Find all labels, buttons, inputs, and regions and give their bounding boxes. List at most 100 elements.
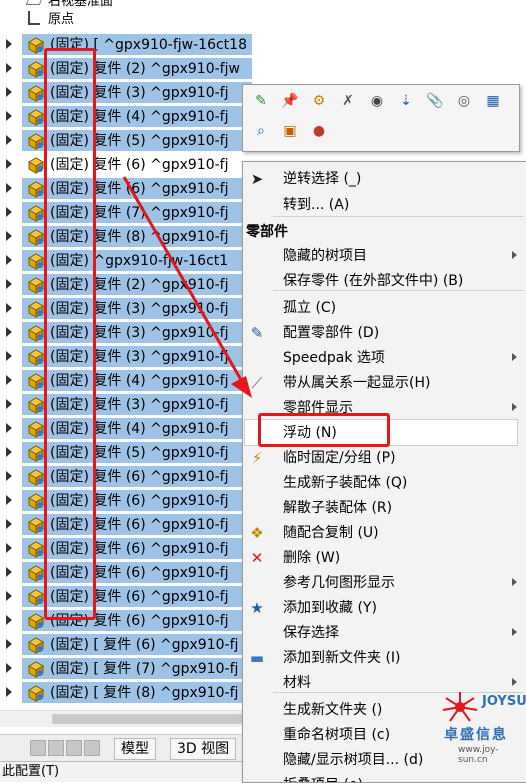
tree-component-row[interactable]: (固定) 复件 (2) ^gpx910-fjw — [0, 57, 252, 81]
expand-arrow-icon[interactable] — [6, 687, 12, 697]
expand-arrow-icon[interactable] — [6, 183, 12, 193]
expand-arrow-icon[interactable] — [6, 159, 12, 169]
tree-component-row[interactable]: (固定) 复件 (4) ^gpx910-fj — [0, 369, 252, 393]
expand-arrow-icon[interactable] — [6, 567, 12, 577]
expand-arrow-icon[interactable] — [6, 471, 12, 481]
tree-component-row[interactable]: (固定) 复件 (4) ^gpx910-fj — [0, 417, 252, 441]
expand-arrow-icon[interactable] — [6, 351, 12, 361]
menu-item[interactable]: 折叠项目 (e) — [243, 772, 526, 782]
expand-arrow-icon[interactable] — [6, 639, 12, 649]
nav-last-button[interactable] — [84, 740, 100, 756]
tree-component-row[interactable]: (固定) 复件 (6) ^gpx910-fj — [0, 585, 252, 609]
tree-component-row[interactable]: (固定) ^gpx910-fjw-16ct1 — [0, 249, 252, 273]
expand-arrow-icon[interactable] — [6, 39, 12, 49]
menu-item-label: 保存零件 (在外部文件中) (B) — [283, 273, 464, 289]
menu-item[interactable]: 生成新子装配体 (Q) — [243, 470, 526, 495]
zoom-icon[interactable]: ⌕ — [251, 121, 271, 141]
menu-item[interactable]: 保存选择 — [243, 620, 526, 645]
expand-arrow-icon[interactable] — [6, 615, 12, 625]
tree-component-row[interactable]: (固定) [ ^gpx910-fjw-16ct18 — [0, 33, 252, 57]
tab-model[interactable]: 模型 — [114, 738, 156, 760]
tree-component-row[interactable]: (固定) 复件 (6) ^gpx910-fj — [0, 537, 252, 561]
menu-item[interactable]: ⟋ 带从属关系一起显示(H) — [243, 370, 526, 395]
menu-item[interactable]: ✎ 配置零部件 (D) — [243, 320, 526, 345]
scrollbar-thumb[interactable] — [52, 714, 244, 724]
expand-arrow-icon[interactable] — [6, 663, 12, 673]
visibility-icon[interactable]: ◎ — [454, 91, 474, 111]
tree-component-row[interactable]: (固定) 复件 (3) ^gpx910-fj — [0, 321, 252, 345]
edit-part-icon[interactable]: ✎ — [251, 91, 271, 111]
expand-arrow-icon[interactable] — [6, 255, 12, 265]
tree-component-row[interactable]: (固定) [ 复件 (8) ^gpx910-fj — [0, 681, 252, 705]
tree-component-row[interactable]: (固定) 复件 (6) ^gpx910-fj — [0, 465, 252, 489]
tree-component-row[interactable]: (固定) 复件 (7) ^gpx910-fj — [0, 201, 252, 225]
tree-component-row[interactable]: (固定) 复件 (6) ^gpx910-fj — [0, 153, 252, 177]
tree-component-row[interactable]: (固定) 复件 (3) ^gpx910-fj — [0, 345, 252, 369]
menu-item[interactable]: ⚡ 临时固定/分组 (P) — [243, 445, 526, 470]
expand-arrow-icon[interactable] — [6, 231, 12, 241]
tab-3d-view[interactable]: 3D 视图 — [170, 738, 237, 760]
show-icon[interactable]: ◉ — [367, 91, 387, 111]
menu-item[interactable]: Speedpak 选项 — [243, 345, 526, 370]
tree-component-row[interactable]: (固定) 复件 (5) ^gpx910-fj — [0, 441, 252, 465]
tree-component-row[interactable]: (固定) [ 复件 (7) ^gpx910-fj — [0, 657, 252, 681]
tree-component-row[interactable]: (固定) 复件 (3) ^gpx910-fj — [0, 393, 252, 417]
appearance-icon[interactable]: ● — [309, 121, 329, 141]
menu-item[interactable]: ➤ 逆转选择 (_) — [243, 166, 526, 191]
tree-component-row[interactable]: (固定) 复件 (4) ^gpx910-fj — [0, 105, 252, 129]
expand-arrow-icon[interactable] — [6, 519, 12, 529]
menu-item[interactable]: ✕ 删除 (W) — [243, 545, 526, 570]
expand-arrow-icon[interactable] — [6, 87, 12, 97]
isolate-icon[interactable]: ⇣ — [396, 91, 416, 111]
expand-arrow-icon[interactable] — [6, 447, 12, 457]
expand-arrow-icon[interactable] — [6, 207, 12, 217]
menu-item[interactable]: ★ 添加到收藏 (Y) — [243, 595, 526, 620]
menu-item-label: 重命名树项目 (c) — [283, 727, 391, 743]
expand-arrow-icon[interactable] — [6, 399, 12, 409]
component-props-icon[interactable]: ⚙ — [309, 91, 329, 111]
tree-component-row[interactable]: (固定) 复件 (2) ^gpx910-fj — [0, 273, 252, 297]
tree-item-origin[interactable]: 原点 — [28, 10, 74, 30]
tree-horizontal-scrollbar[interactable] — [0, 710, 252, 727]
hide-icon[interactable]: ✗ — [338, 91, 358, 111]
tree-component-row[interactable]: (固定) 复件 (6) ^gpx910-fj — [0, 609, 252, 633]
submenu-arrow-icon — [512, 678, 517, 686]
expand-arrow-icon[interactable] — [6, 303, 12, 313]
table-icon[interactable]: ▦ — [483, 91, 503, 111]
tree-component-row[interactable]: (固定) [ 复件 (6) ^gpx910-fj — [0, 633, 252, 657]
nav-next-button[interactable] — [66, 740, 82, 756]
expand-arrow-icon[interactable] — [6, 279, 12, 289]
tree-component-row[interactable]: (固定) 复件 (5) ^gpx910-fj — [0, 129, 252, 153]
tree-component-row[interactable]: (固定) 复件 (6) ^gpx910-fj — [0, 561, 252, 585]
expand-arrow-icon[interactable] — [6, 327, 12, 337]
menu-item[interactable]: 解散子装配体 (R) — [243, 495, 526, 520]
nav-first-button[interactable] — [30, 740, 46, 756]
nav-prev-button[interactable] — [48, 740, 64, 756]
open-part-icon[interactable]: ▣ — [280, 121, 300, 141]
tree-component-row[interactable]: (固定) 复件 (6) ^gpx910-fj — [0, 489, 252, 513]
menu-item[interactable]: 转到... (A) — [243, 192, 526, 217]
assembly-icon — [27, 469, 45, 486]
tree-component-row[interactable]: (固定) 复件 (8) ^gpx910-fj — [0, 225, 252, 249]
menu-item[interactable]: 隐藏的树项目 — [243, 243, 526, 268]
pin-icon[interactable]: 📌 — [280, 91, 300, 111]
tree-component-row[interactable]: (固定) 复件 (6) ^gpx910-fj — [0, 177, 252, 201]
menu-item[interactable]: ❖ 随配合复制 (U) — [243, 520, 526, 545]
expand-arrow-icon[interactable] — [6, 63, 12, 73]
expand-arrow-icon[interactable] — [6, 591, 12, 601]
expand-arrow-icon[interactable] — [6, 543, 12, 553]
tree-component-row[interactable]: (固定) 复件 (6) ^gpx910-fj — [0, 513, 252, 537]
paperclip-icon[interactable]: 📎 — [425, 91, 445, 111]
submenu-arrow-icon — [512, 403, 517, 411]
expand-arrow-icon[interactable] — [6, 375, 12, 385]
expand-arrow-icon[interactable] — [6, 423, 12, 433]
expand-arrow-icon[interactable] — [6, 135, 12, 145]
expand-arrow-icon[interactable] — [6, 495, 12, 505]
expand-arrow-icon[interactable] — [6, 111, 12, 121]
menu-item[interactable]: ▬ 添加到新文件夹 (I) — [243, 645, 526, 670]
tree-component-row[interactable]: (固定) 复件 (3) ^gpx910-fj — [0, 297, 252, 321]
menu-item[interactable]: 参考几何图形显示 — [243, 570, 526, 595]
watermark-logo: JOYSUN 卓盛信息 www.joy-sun.cn — [436, 690, 526, 765]
menu-item[interactable]: 孤立 (C) — [243, 295, 526, 320]
tree-component-row[interactable]: (固定) 复件 (3) ^gpx910-fj — [0, 81, 252, 105]
